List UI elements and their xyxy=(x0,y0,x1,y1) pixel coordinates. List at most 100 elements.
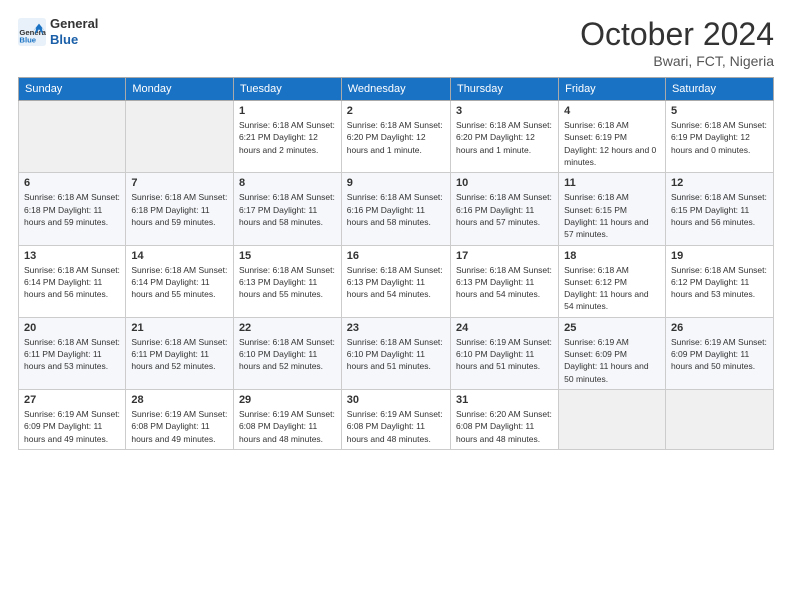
cell-week2-day0: 6 Sunrise: 6:18 AM Sunset: 6:18 PM Daylig… xyxy=(19,173,126,245)
logo-blue-text: Blue xyxy=(50,32,98,48)
day-number: 18 xyxy=(564,250,660,262)
day-number: 15 xyxy=(239,250,336,262)
calendar-header: Sunday Monday Tuesday Wednesday Thursday… xyxy=(19,78,774,101)
day-info: Sunrise: 6:18 AM Sunset: 6:18 PM Dayligh… xyxy=(24,191,120,228)
week-row-2: 6 Sunrise: 6:18 AM Sunset: 6:18 PM Daylig… xyxy=(19,173,774,245)
week-row-3: 13Sunrise: 6:18 AM Sunset: 6:14 PM Dayli… xyxy=(19,245,774,317)
cell-week3-day3: 16Sunrise: 6:18 AM Sunset: 6:13 PM Dayli… xyxy=(341,245,450,317)
week-row-1: 1 Sunrise: 6:18 AM Sunset: 6:21 PM Daylig… xyxy=(19,101,774,173)
cell-week1-day6: 5 Sunrise: 6:18 AM Sunset: 6:19 PM Daylig… xyxy=(665,101,773,173)
day-number: 26 xyxy=(671,322,768,334)
day-number: 11 xyxy=(564,177,660,189)
calendar-table: Sunday Monday Tuesday Wednesday Thursday… xyxy=(18,77,774,450)
day-number: 24 xyxy=(456,322,553,334)
day-info: Sunrise: 6:19 AM Sunset: 6:10 PM Dayligh… xyxy=(456,336,553,373)
page: General Blue General Blue October 2024 B… xyxy=(0,0,792,612)
day-info: Sunrise: 6:18 AM Sunset: 6:12 PM Dayligh… xyxy=(564,264,660,313)
calendar-body: 1 Sunrise: 6:18 AM Sunset: 6:21 PM Daylig… xyxy=(19,101,774,450)
cell-week2-day2: 8 Sunrise: 6:18 AM Sunset: 6:17 PM Daylig… xyxy=(233,173,341,245)
title-block: October 2024 Bwari, FCT, Nigeria xyxy=(580,16,774,69)
day-info: Sunrise: 6:18 AM Sunset: 6:17 PM Dayligh… xyxy=(239,191,336,228)
cell-week1-day1 xyxy=(126,101,234,173)
day-info: Sunrise: 6:18 AM Sunset: 6:12 PM Dayligh… xyxy=(671,264,768,301)
day-number: 8 xyxy=(239,177,336,189)
day-info: Sunrise: 6:20 AM Sunset: 6:08 PM Dayligh… xyxy=(456,408,553,445)
day-info: Sunrise: 6:19 AM Sunset: 6:08 PM Dayligh… xyxy=(131,408,228,445)
cell-week1-day5: 4 Sunrise: 6:18 AM Sunset: 6:19 PM Daylig… xyxy=(559,101,666,173)
cell-week1-day3: 2 Sunrise: 6:18 AM Sunset: 6:20 PM Daylig… xyxy=(341,101,450,173)
day-number: 5 xyxy=(671,105,768,117)
col-monday: Monday xyxy=(126,78,234,101)
day-info: Sunrise: 6:18 AM Sunset: 6:10 PM Dayligh… xyxy=(239,336,336,373)
cell-week2-day4: 10 Sunrise: 6:18 AM Sunset: 6:16 PM Dayli… xyxy=(450,173,558,245)
day-info: Sunrise: 6:19 AM Sunset: 6:09 PM Dayligh… xyxy=(671,336,768,373)
day-info: Sunrise: 6:18 AM Sunset: 6:16 PM Dayligh… xyxy=(456,191,553,228)
day-info: Sunrise: 6:18 AM Sunset: 6:11 PM Dayligh… xyxy=(131,336,228,373)
cell-week5-day0: 27 Sunrise: 6:19 AM Sunset: 6:09 PM Dayli… xyxy=(19,390,126,450)
cell-week3-day1: 14Sunrise: 6:18 AM Sunset: 6:14 PM Dayli… xyxy=(126,245,234,317)
cell-week3-day0: 13Sunrise: 6:18 AM Sunset: 6:14 PM Dayli… xyxy=(19,245,126,317)
day-number: 2 xyxy=(347,105,445,117)
title-location: Bwari, FCT, Nigeria xyxy=(580,53,774,69)
day-number: 6 xyxy=(24,177,120,189)
cell-week4-day5: 25 Sunrise: 6:19 AM Sunset: 6:09 PM Dayli… xyxy=(559,317,666,389)
day-info: Sunrise: 6:18 AM Sunset: 6:19 PM Dayligh… xyxy=(671,119,768,156)
day-number: 4 xyxy=(564,105,660,117)
cell-week5-day6 xyxy=(665,390,773,450)
day-info: Sunrise: 6:18 AM Sunset: 6:18 PM Dayligh… xyxy=(131,191,228,228)
day-info: Sunrise: 6:19 AM Sunset: 6:09 PM Dayligh… xyxy=(564,336,660,385)
cell-week3-day5: 18 Sunrise: 6:18 AM Sunset: 6:12 PM Dayli… xyxy=(559,245,666,317)
cell-week3-day2: 15 Sunrise: 6:18 AM Sunset: 6:13 PM Dayli… xyxy=(233,245,341,317)
day-info: Sunrise: 6:18 AM Sunset: 6:21 PM Dayligh… xyxy=(239,119,336,156)
day-number: 7 xyxy=(131,177,228,189)
day-number: 12 xyxy=(671,177,768,189)
day-info: Sunrise: 6:19 AM Sunset: 6:08 PM Dayligh… xyxy=(239,408,336,445)
day-info: Sunrise: 6:19 AM Sunset: 6:09 PM Dayligh… xyxy=(24,408,120,445)
cell-week4-day1: 21Sunrise: 6:18 AM Sunset: 6:11 PM Dayli… xyxy=(126,317,234,389)
day-info: Sunrise: 6:18 AM Sunset: 6:13 PM Dayligh… xyxy=(239,264,336,301)
cell-week4-day4: 24 Sunrise: 6:19 AM Sunset: 6:10 PM Dayli… xyxy=(450,317,558,389)
day-number: 30 xyxy=(347,394,445,406)
day-number: 9 xyxy=(347,177,445,189)
day-info: Sunrise: 6:18 AM Sunset: 6:10 PM Dayligh… xyxy=(347,336,445,373)
cell-week4-day6: 26 Sunrise: 6:19 AM Sunset: 6:09 PM Dayli… xyxy=(665,317,773,389)
day-number: 29 xyxy=(239,394,336,406)
day-number: 10 xyxy=(456,177,553,189)
day-number: 1 xyxy=(239,105,336,117)
day-number: 27 xyxy=(24,394,120,406)
day-number: 25 xyxy=(564,322,660,334)
cell-week5-day2: 29 Sunrise: 6:19 AM Sunset: 6:08 PM Dayli… xyxy=(233,390,341,450)
cell-week5-day1: 28Sunrise: 6:19 AM Sunset: 6:08 PM Dayli… xyxy=(126,390,234,450)
cell-week1-day2: 1 Sunrise: 6:18 AM Sunset: 6:21 PM Daylig… xyxy=(233,101,341,173)
day-number: 20 xyxy=(24,322,120,334)
day-info: Sunrise: 6:18 AM Sunset: 6:16 PM Dayligh… xyxy=(347,191,445,228)
logo: General Blue General Blue xyxy=(18,16,98,47)
day-number: 23 xyxy=(347,322,445,334)
day-info: Sunrise: 6:18 AM Sunset: 6:15 PM Dayligh… xyxy=(671,191,768,228)
day-info: Sunrise: 6:18 AM Sunset: 6:19 PM Dayligh… xyxy=(564,119,660,168)
cell-week1-day0 xyxy=(19,101,126,173)
logo-text: General Blue xyxy=(50,16,98,47)
week-row-4: 20 Sunrise: 6:18 AM Sunset: 6:11 PM Dayli… xyxy=(19,317,774,389)
col-wednesday: Wednesday xyxy=(341,78,450,101)
col-friday: Friday xyxy=(559,78,666,101)
day-info: Sunrise: 6:18 AM Sunset: 6:20 PM Dayligh… xyxy=(456,119,553,156)
cell-week5-day5 xyxy=(559,390,666,450)
header: General Blue General Blue October 2024 B… xyxy=(18,16,774,69)
cell-week2-day1: 7 Sunrise: 6:18 AM Sunset: 6:18 PM Daylig… xyxy=(126,173,234,245)
cell-week4-day3: 23 Sunrise: 6:18 AM Sunset: 6:10 PM Dayli… xyxy=(341,317,450,389)
day-number: 22 xyxy=(239,322,336,334)
logo-icon: General Blue xyxy=(18,18,46,46)
day-info: Sunrise: 6:18 AM Sunset: 6:13 PM Dayligh… xyxy=(456,264,553,301)
day-info: Sunrise: 6:18 AM Sunset: 6:14 PM Dayligh… xyxy=(24,264,120,301)
day-number: 3 xyxy=(456,105,553,117)
day-number: 17 xyxy=(456,250,553,262)
cell-week4-day2: 22 Sunrise: 6:18 AM Sunset: 6:10 PM Dayli… xyxy=(233,317,341,389)
day-number: 16 xyxy=(347,250,445,262)
cell-week3-day4: 17 Sunrise: 6:18 AM Sunset: 6:13 PM Dayli… xyxy=(450,245,558,317)
cell-week2-day3: 9 Sunrise: 6:18 AM Sunset: 6:16 PM Daylig… xyxy=(341,173,450,245)
day-info: Sunrise: 6:18 AM Sunset: 6:20 PM Dayligh… xyxy=(347,119,445,156)
cell-week5-day4: 31Sunrise: 6:20 AM Sunset: 6:08 PM Dayli… xyxy=(450,390,558,450)
header-row: Sunday Monday Tuesday Wednesday Thursday… xyxy=(19,78,774,101)
col-saturday: Saturday xyxy=(665,78,773,101)
